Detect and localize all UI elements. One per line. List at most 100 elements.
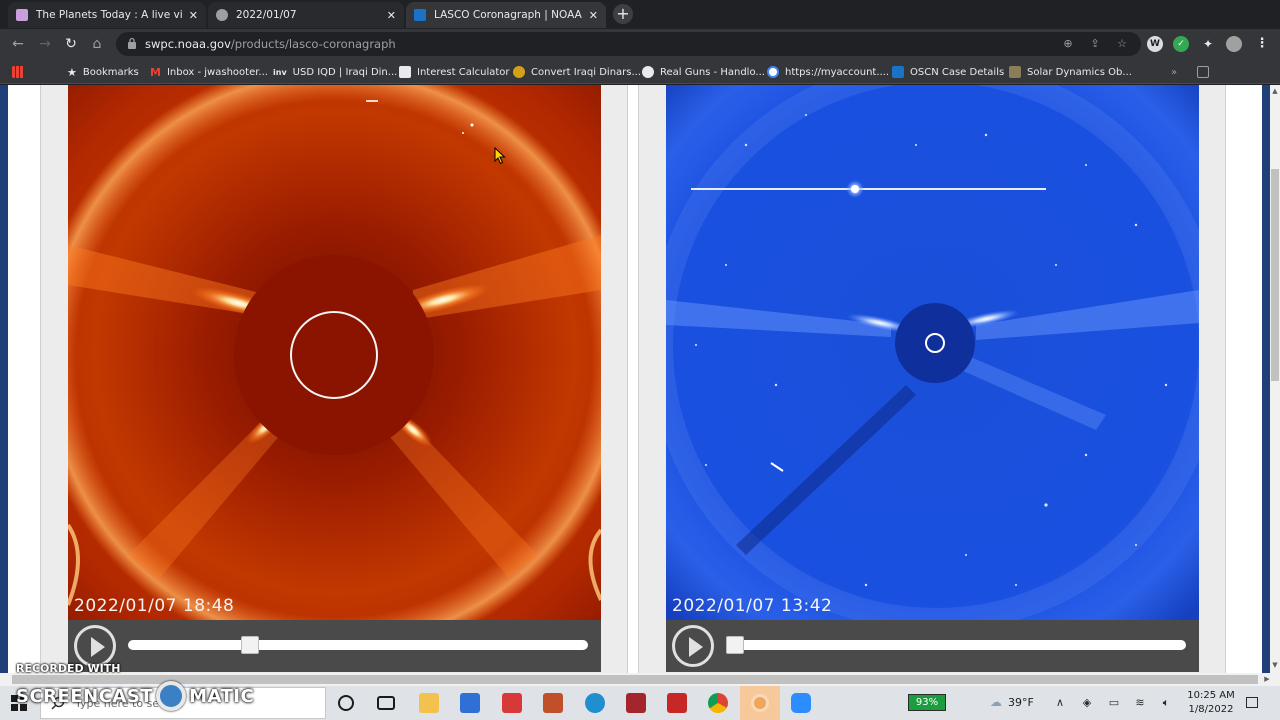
tab-label: The Planets Today : A live view of — [36, 9, 183, 21]
profile-avatar[interactable] — [1226, 36, 1242, 52]
gmail-icon: M — [150, 65, 161, 79]
bookmark-convert-iraqi[interactable]: Convert Iraqi Dinars... — [513, 64, 641, 80]
chrome-icon[interactable] — [708, 693, 728, 713]
edge-icon[interactable] — [585, 693, 605, 713]
screen: The Planets Today : A live view of ✕ 202… — [0, 0, 1280, 720]
close-icon[interactable]: ✕ — [189, 9, 198, 22]
vertical-scrollbar[interactable]: ▲ ▼ — [1270, 85, 1280, 673]
c2-image-svg — [68, 85, 601, 620]
network-icon[interactable]: ▭ — [1107, 696, 1121, 710]
watermark-left-text: SCREENCAST — [16, 685, 154, 707]
planets-favicon-icon — [16, 9, 28, 21]
screencast-logo-icon — [156, 681, 187, 711]
google-icon — [767, 66, 779, 78]
globe-icon — [642, 66, 654, 78]
image-timestamp: 2022/01/07 18:48 — [74, 596, 235, 616]
page-right-edge — [1262, 85, 1270, 673]
animation-controls — [666, 620, 1199, 672]
share-icon[interactable]: ⇪ — [1088, 37, 1102, 51]
vertical-scroll-thumb[interactable] — [1271, 169, 1279, 381]
app-red-icon[interactable] — [502, 693, 522, 713]
play-button[interactable] — [74, 625, 116, 667]
bookmark-interest-calculator[interactable]: Interest Calculator — [399, 64, 510, 80]
notifications-icon[interactable] — [1246, 697, 1258, 708]
new-tab-button[interactable]: + — [613, 4, 633, 24]
slider-thumb[interactable] — [240, 636, 259, 654]
watermark-right-text: MATIC — [189, 685, 255, 707]
close-icon[interactable]: ✕ — [387, 9, 396, 22]
slider-thumb[interactable] — [726, 636, 744, 654]
bookmark-usd-iqd[interactable]: inv USD IQD | Iraqi Din... — [273, 64, 397, 80]
screencast-taskbar-button[interactable] — [740, 686, 780, 720]
frame-slider[interactable] — [128, 636, 588, 654]
tab-label: 2022/01/07 — [236, 9, 297, 21]
tray-chevron-icon[interactable]: ∧ — [1053, 696, 1067, 710]
zoom-icon[interactable]: ⊕ — [1061, 37, 1075, 51]
home-icon[interactable]: ⌂ — [88, 35, 106, 53]
shield-icon — [892, 66, 904, 78]
tray-app-icon[interactable]: ◈ — [1080, 696, 1094, 710]
scroll-down-icon[interactable]: ▼ — [1270, 661, 1280, 669]
coronagraph-image-c3[interactable]: 2022/01/07 13:42 — [666, 85, 1199, 620]
app-orange-icon[interactable] — [543, 693, 563, 713]
play-button[interactable] — [672, 625, 714, 667]
frame-slider[interactable] — [726, 636, 1186, 654]
mouse-cursor-icon — [494, 147, 506, 165]
play-icon — [91, 637, 105, 657]
weather-cloud-icon: ☁ — [990, 695, 1002, 709]
zoom-app-icon[interactable] — [791, 693, 811, 713]
system-clock[interactable]: 10:25 AM 1/8/2022 — [1182, 689, 1240, 717]
extension-w-icon[interactable]: W — [1147, 36, 1163, 52]
calculator-icon — [399, 66, 411, 78]
panel-c3: 2022/01/07 13:42 — [638, 85, 1226, 673]
screencast-icon — [751, 694, 769, 712]
bookmark-real-guns[interactable]: Real Guns - Handlo... — [642, 64, 765, 80]
globe-icon — [216, 9, 228, 21]
panel-c2: 2022/01/07 18:48 — [40, 85, 628, 673]
temperature-text: 39°F — [1008, 695, 1034, 709]
bookmark-bookmarks[interactable]: ★ Bookmarks — [67, 64, 139, 80]
volume-icon[interactable]: 🔈︎ — [1159, 696, 1173, 710]
tab-date[interactable]: 2022/01/07 ✕ — [208, 2, 404, 28]
access-icon[interactable] — [626, 693, 646, 713]
battery-indicator[interactable]: 93% — [908, 694, 946, 711]
bookmark-other[interactable]: Other bookmarks — [1197, 64, 1280, 80]
clock-date: 1/8/2022 — [1188, 704, 1234, 715]
scroll-right-icon[interactable]: ▶ — [1262, 675, 1272, 683]
bookmarks-overflow-icon[interactable]: » — [1171, 64, 1177, 80]
bookmark-solar-dynamics[interactable]: Solar Dynamics Ob... — [1009, 64, 1132, 80]
forward-icon[interactable]: → — [36, 35, 54, 53]
url-text: swpc.noaa.gov/products/lasco-coronagraph — [145, 37, 396, 51]
tab-planets-today[interactable]: The Planets Today : A live view of ✕ — [8, 2, 206, 28]
address-bar[interactable]: swpc.noaa.gov/products/lasco-coronagraph… — [116, 32, 1141, 56]
task-view-icon[interactable] — [377, 696, 395, 710]
image-timestamp: 2022/01/07 13:42 — [672, 596, 833, 616]
bookmark-gmail[interactable]: M Inbox - jwashooter... — [150, 64, 268, 80]
wifi-icon[interactable]: ≋ — [1133, 696, 1147, 710]
close-icon[interactable]: ✕ — [589, 9, 598, 22]
bookmark-myaccount[interactable]: https://myaccount.... — [767, 64, 889, 80]
browser-toolbar: ← → ↻ ⌂ swpc.noaa.gov/products/lasco-cor… — [0, 29, 1280, 59]
folder-icon — [1197, 66, 1209, 78]
star-icon[interactable]: ☆ — [1115, 37, 1129, 51]
scroll-up-icon[interactable]: ▲ — [1270, 87, 1280, 95]
weather-widget[interactable]: ☁ 39°F — [990, 695, 1034, 709]
coronagraph-image-c2[interactable]: 2022/01/07 18:48 — [68, 85, 601, 620]
page-content: 2022/01/07 18:48 2022/01/07 13:42 — [0, 85, 1270, 673]
reload-icon[interactable]: ↻ — [62, 35, 80, 53]
watermark-recorded-with: RECORDED WITH — [16, 662, 121, 675]
tab-lasco[interactable]: LASCO Coronagraph | NOAA / NWS ✕ — [406, 2, 606, 28]
bookmark-apps[interactable]: Apps — [12, 64, 55, 80]
store-icon[interactable] — [460, 693, 480, 713]
bookmark-oscn[interactable]: OSCN Case Details — [892, 64, 1004, 80]
extension-check-icon[interactable]: ✓ — [1173, 36, 1189, 52]
bookmarks-bar: Apps ★ Bookmarks M Inbox - jwashooter...… — [0, 59, 1280, 84]
back-icon[interactable]: ← — [9, 35, 27, 53]
menu-icon[interactable]: ⋮ — [1254, 36, 1270, 52]
extensions-puzzle-icon[interactable]: ✦ — [1200, 36, 1216, 52]
play-icon — [689, 637, 703, 657]
star-icon: ★ — [67, 65, 77, 79]
app-s-icon[interactable] — [667, 693, 687, 713]
file-explorer-icon[interactable] — [419, 693, 439, 713]
cortana-icon[interactable] — [338, 695, 354, 711]
